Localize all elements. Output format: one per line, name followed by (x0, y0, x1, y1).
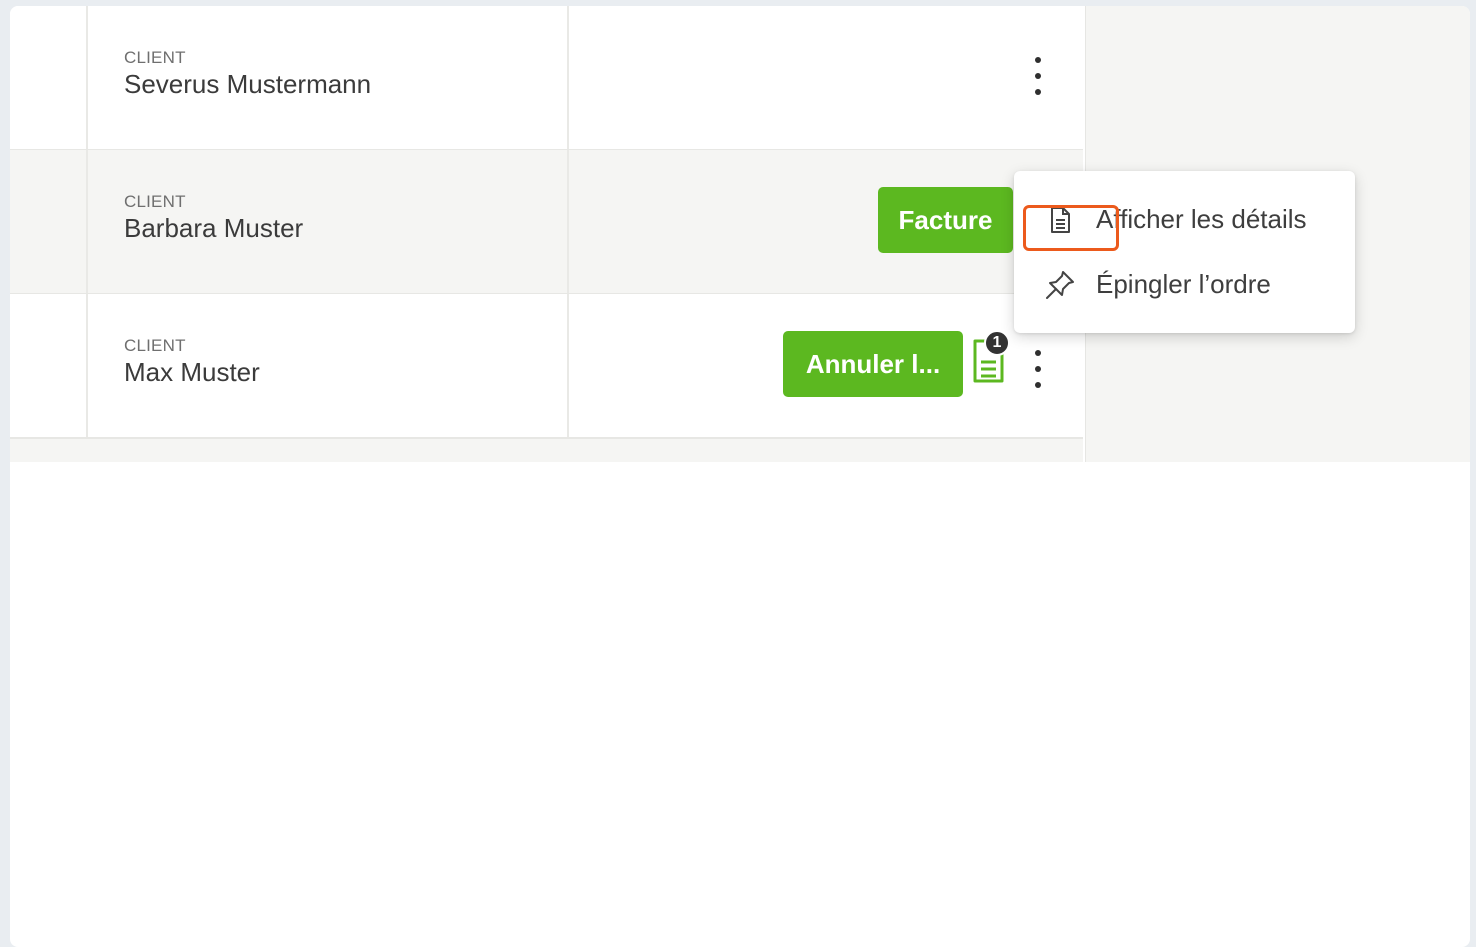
document-icon[interactable]: 1 (970, 330, 1010, 388)
more-options-icon[interactable] (1028, 347, 1048, 391)
click-highlight (1023, 205, 1119, 251)
client-label: CLIENT (124, 48, 186, 67)
pin-icon (1044, 269, 1076, 301)
orders-table: CLIENT Severus Mustermann CLIENT Barbara… (10, 6, 1083, 462)
client-name: Severus Mustermann (124, 69, 372, 99)
client-label: CLIENT (124, 336, 186, 355)
context-menu: Afficher les détails Épingler l’ordre (1014, 171, 1355, 333)
column-divider (567, 294, 569, 437)
notification-badge: 1 (984, 330, 1010, 356)
column-divider (86, 150, 88, 293)
column-divider (86, 6, 88, 149)
main-panel: CLIENT Severus Mustermann CLIENT Barbara… (10, 6, 1470, 947)
client-label: CLIENT (124, 192, 186, 211)
menu-item-label: Afficher les détails (1096, 204, 1307, 234)
table-row[interactable]: CLIENT Severus Mustermann (10, 6, 1083, 151)
table-row[interactable]: CLIENT Max Muster Annuler l... 1 (10, 294, 1083, 439)
column-divider (567, 150, 569, 293)
menu-item-label: Épingler l’ordre (1096, 269, 1271, 299)
column-divider (86, 294, 88, 437)
invoice-button[interactable]: Facture (878, 187, 1013, 253)
column-divider (567, 6, 569, 149)
client-name: Max Muster (124, 357, 260, 387)
more-options-icon[interactable] (1028, 54, 1048, 98)
cancel-order-button[interactable]: Annuler l... (783, 331, 963, 397)
table-row[interactable]: CLIENT Barbara Muster Facture (10, 150, 1083, 295)
menu-item-pin-order[interactable]: Épingler l’ordre (1014, 255, 1355, 315)
client-name: Barbara Muster (124, 213, 304, 243)
